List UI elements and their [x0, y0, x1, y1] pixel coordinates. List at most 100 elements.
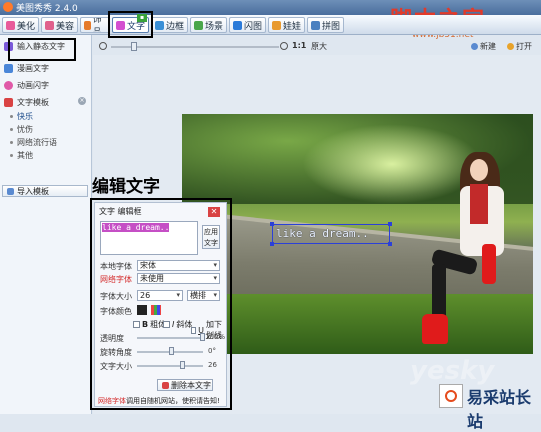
tab-frame[interactable]: 边框	[151, 17, 189, 33]
beautify-icon	[6, 20, 15, 30]
sidebar-sub-label: 其他	[17, 151, 33, 160]
chevron-down-icon: ▾	[213, 261, 217, 269]
opacity-slider[interactable]	[137, 337, 203, 339]
photo-grass	[182, 294, 533, 354]
note-highlight: 网络字体	[98, 397, 126, 405]
sidebar-sub-netspeak[interactable]: 网络流行语	[10, 137, 57, 148]
photo-light	[302, 124, 482, 204]
open-button[interactable]: 打开	[507, 41, 532, 52]
text-size-value: 26	[208, 361, 217, 369]
tab-scene[interactable]: 场景	[190, 17, 228, 33]
sidebar-item-label: 动画闪字	[17, 81, 49, 90]
new-button[interactable]: 新建	[471, 41, 496, 52]
zoom-out-icon[interactable]	[99, 42, 107, 50]
delete-icon	[162, 381, 169, 389]
sidebar-item-animated-text[interactable]: 动画闪字	[4, 80, 49, 91]
zoom-slider-knob[interactable]	[130, 42, 137, 51]
highlight-box-tab	[108, 11, 153, 38]
rotation-value: 0°	[208, 347, 216, 355]
window-title: 美图秀秀 2.4.0	[16, 4, 78, 14]
font-color-swatch[interactable]	[137, 305, 147, 315]
note-text: 调用自随机网站，使积请告知!	[126, 397, 220, 405]
import-template-button[interactable]: 导入模板	[2, 185, 88, 197]
local-font-select[interactable]: 宋体 ▾	[137, 260, 220, 271]
resize-handle[interactable]	[270, 222, 274, 226]
underline-checkbox[interactable]	[191, 326, 197, 334]
panel-title: 文字 编辑框	[99, 207, 142, 216]
web-font-label: 网络字体	[100, 275, 132, 284]
yesky-watermark: yesky	[410, 356, 495, 386]
sidebar-item-templates[interactable]: 文字模板	[4, 97, 49, 108]
text-input[interactable]: like a dream..	[100, 221, 198, 255]
sidebar-item-label: 文字模板	[17, 98, 49, 107]
bold-checkbox[interactable]	[133, 321, 140, 328]
frame-icon	[155, 20, 164, 30]
local-font-value: 宋体	[140, 261, 156, 270]
tab-collage[interactable]: 拼图	[307, 17, 345, 33]
logo-ring	[445, 390, 457, 402]
chevron-down-icon: ▾	[213, 291, 217, 299]
zoom-label[interactable]: 原大	[311, 41, 327, 52]
tab-doll[interactable]: 娃娃	[268, 17, 306, 33]
text-size-slider-knob[interactable]	[179, 361, 185, 369]
zoom-in-icon[interactable]	[280, 42, 288, 50]
delete-text-button[interactable]: 删除本文字	[157, 379, 213, 391]
chevron-down-icon: ▾	[176, 291, 180, 299]
sidebar-item-comic-text[interactable]: 漫画文字	[4, 63, 49, 74]
tab-accessories[interactable]: 饰品	[80, 17, 110, 33]
resize-handle[interactable]	[388, 242, 392, 246]
accessories-icon	[84, 20, 91, 30]
zoom-ratio[interactable]: 1:1	[292, 41, 306, 50]
tab-beautify[interactable]: 美化	[2, 17, 40, 33]
palette-icon[interactable]	[151, 305, 161, 315]
template-icon	[4, 98, 13, 107]
site-watermark: 易采站长站	[467, 388, 532, 431]
beauty-icon	[45, 20, 54, 30]
orientation-value: 横排	[190, 291, 206, 300]
close-icon[interactable]: ×	[78, 97, 86, 105]
photo-boot-2	[482, 244, 496, 284]
sidebar-sub-sad[interactable]: 忧伤	[10, 124, 33, 135]
photo-boot	[422, 314, 448, 344]
import-icon	[7, 187, 14, 195]
bullet-icon	[10, 141, 13, 144]
font-color-label: 字体颜色	[100, 307, 132, 316]
sidebar-sub-happy[interactable]: 快乐	[10, 111, 33, 122]
text-edit-panel: 文字 编辑框 ✕ like a dream.. 应用文字 本地字体 宋体 ▾ 网络…	[94, 202, 227, 407]
apply-text-button[interactable]: 应用文字	[202, 225, 220, 249]
import-label: 导入模板	[17, 186, 49, 196]
web-font-select[interactable]: 未使用 ▾	[137, 273, 220, 284]
doll-icon	[272, 20, 281, 30]
tab-label: 闪图	[244, 21, 263, 32]
sidebar-sub-other[interactable]: 其他	[10, 150, 33, 161]
scene-icon	[194, 20, 203, 30]
text-size-slider[interactable]	[137, 365, 203, 367]
font-size-label: 字体大小	[100, 292, 132, 301]
local-font-label: 本地字体	[100, 262, 132, 271]
toolbar: 1:1 原大 新建 打开	[93, 40, 541, 54]
font-size-select[interactable]: 26 ▾	[137, 290, 183, 301]
orientation-select[interactable]: 横排 ▾	[187, 290, 220, 301]
tab-flash[interactable]: 闪图	[229, 17, 267, 33]
bold-toggle[interactable]: B 粗体	[133, 319, 166, 330]
canvas-text-overlay[interactable]: like a dream..	[272, 224, 390, 244]
italic-toggle[interactable]: I 斜体	[163, 319, 192, 330]
italic-label: 斜体	[176, 320, 193, 329]
tab-label: 场景	[205, 21, 224, 32]
tab-label: 饰品	[92, 17, 102, 33]
main-tab-bar: 美化 美容 饰品 文字 边框 场景 闪图 娃娃 拼图	[0, 15, 541, 35]
italic-icon: I	[172, 320, 175, 329]
annotation-edit-text: 编辑文字	[92, 177, 160, 197]
flash-icon	[233, 20, 242, 30]
sidebar: 输入静态文字 漫画文字 动画闪字 文字模板 快乐 忧伤 网络流行语 其他 × 导…	[0, 35, 92, 414]
tab-beauty[interactable]: 美容	[41, 17, 79, 33]
rotation-slider-knob[interactable]	[168, 347, 174, 355]
photo-scarf	[470, 184, 488, 224]
bullet-icon	[10, 115, 13, 118]
selected-text: like a dream..	[102, 223, 170, 232]
close-icon[interactable]: ✕	[208, 207, 220, 217]
italic-checkbox[interactable]	[163, 321, 170, 328]
resize-handle[interactable]	[388, 222, 392, 226]
web-font-note: 网络字体调用自随机网站，使积请告知!	[98, 396, 220, 406]
resize-handle[interactable]	[270, 242, 274, 246]
